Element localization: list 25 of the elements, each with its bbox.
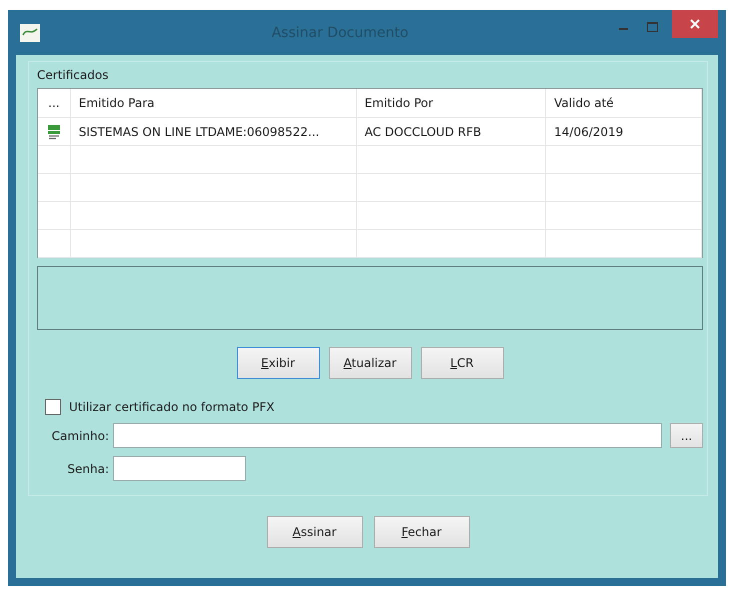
push-button[interactable]: Fechar xyxy=(374,516,470,548)
browse-button[interactable]: ... xyxy=(670,423,703,448)
maximize-icon xyxy=(646,22,658,32)
close-icon xyxy=(690,19,700,29)
app-logo-icon xyxy=(20,24,40,42)
push-button[interactable]: LCR xyxy=(420,347,504,379)
table-cell: SISTEMAS ON LINE LTDAME:06098522... xyxy=(70,118,357,145)
path-label: Caminho: xyxy=(50,428,110,442)
close-button[interactable] xyxy=(672,10,718,38)
path-field[interactable] xyxy=(113,423,662,448)
column-header[interactable]: ... xyxy=(38,89,71,117)
table-cell: 14/06/2019 xyxy=(546,118,702,145)
checkbox[interactable] xyxy=(45,399,61,415)
column-header[interactable]: Emitido Para xyxy=(70,89,357,117)
checkbox-label: Utilizar certificado no formato PFX xyxy=(69,400,274,414)
push-button[interactable]: Atualizar xyxy=(328,347,412,379)
push-button[interactable]: Exibir xyxy=(236,347,320,379)
password-label: Senha: xyxy=(66,462,110,476)
group-title: Certificados xyxy=(37,67,110,84)
column-header[interactable]: Valido até xyxy=(546,89,702,117)
table-cell: AC DOCCLOUD RFB xyxy=(356,118,546,145)
certificate-icon xyxy=(46,124,61,140)
push-button[interactable]: Assinar xyxy=(266,516,362,548)
password-field[interactable] xyxy=(113,456,246,481)
column-header[interactable]: Emitido Por xyxy=(356,89,546,117)
